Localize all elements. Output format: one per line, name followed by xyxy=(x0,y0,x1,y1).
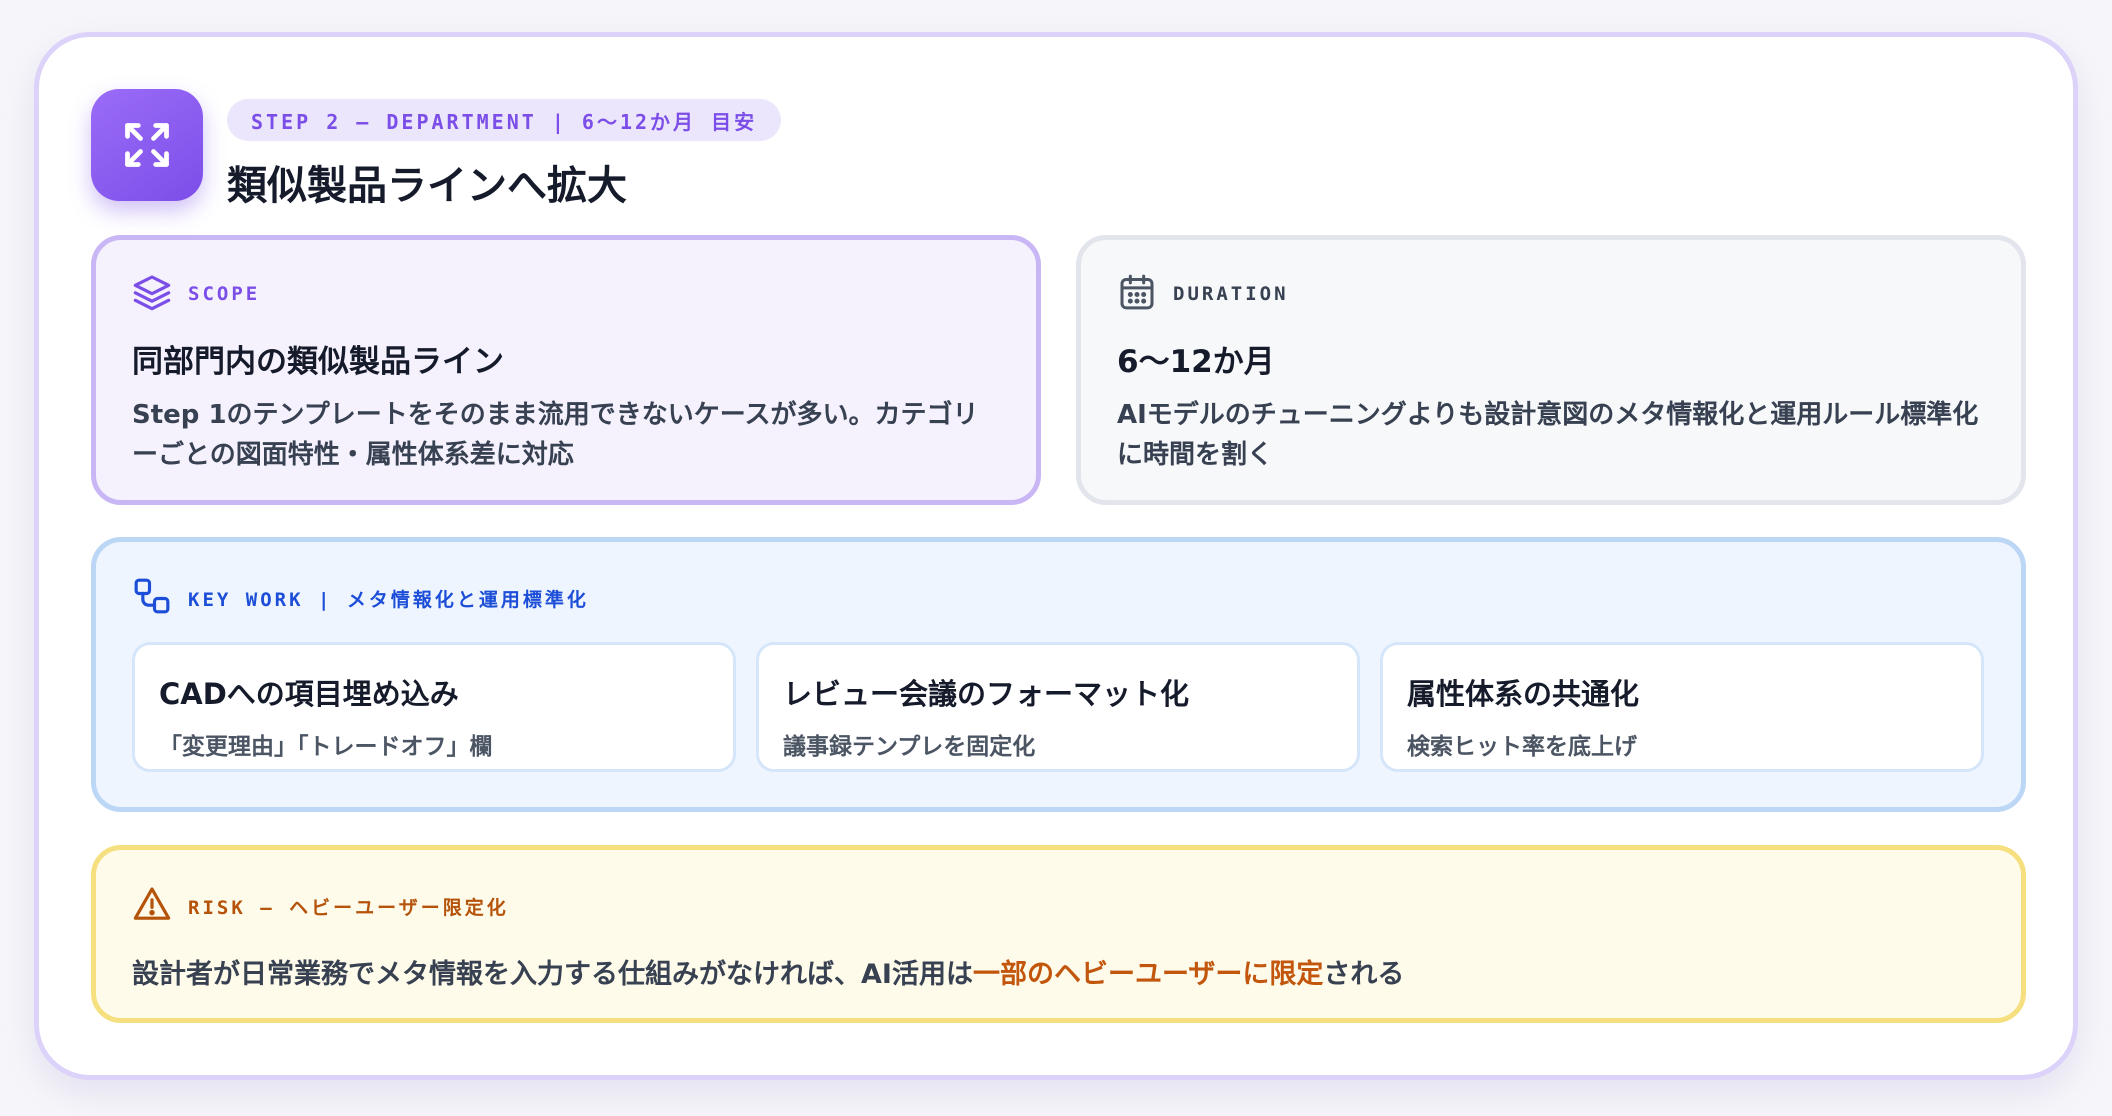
layers-icon xyxy=(132,272,172,316)
scope-heading: 同部門内の類似製品ライン xyxy=(132,344,504,380)
key-work-panel: KEY WORK | メタ情報化と運用標準化 CADへの項目埋め込み 「変更理由… xyxy=(91,537,2026,812)
key-work-item-subtitle: 議事録テンプレを固定化 xyxy=(783,734,1036,760)
step-card: STEP 2 – DEPARTMENT | 6〜12か月 目安 類似製品ラインへ… xyxy=(34,32,2078,1080)
key-work-item-title: CADへの項目埋め込み xyxy=(159,677,459,711)
key-work-item: 属性体系の共通化 検索ヒット率を底上げ xyxy=(1380,642,1984,772)
calendar-icon xyxy=(1117,272,1157,316)
workflow-icon xyxy=(132,576,172,620)
step-badge: STEP 2 – DEPARTMENT | 6〜12か月 目安 xyxy=(227,99,782,141)
card-header: STEP 2 – DEPARTMENT | 6〜12か月 目安 類似製品ラインへ… xyxy=(91,89,1591,209)
key-work-label: KEY WORK | メタ情報化と運用標準化 xyxy=(188,588,589,611)
risk-description: 設計者が日常業務でメタ情報を入力する仕組みがなければ、AI活用は一部のヘビーユー… xyxy=(132,952,1404,991)
risk-text-emphasis: 一部のヘビーユーザーに限定 xyxy=(972,959,1324,990)
key-work-list: CADへの項目埋め込み 「変更理由」「トレードオフ」欄 レビュー会議のフォーマッ… xyxy=(132,642,1984,772)
scope-description: Step 1のテンプレートをそのまま流用できないケースが多い。カテゴリーごとの図… xyxy=(132,400,979,470)
duration-label: DURATION xyxy=(1173,283,1289,305)
key-work-item-subtitle: 検索ヒット率を底上げ xyxy=(1407,734,1637,760)
risk-label: RISK – ヘビーユーザー限定化 xyxy=(188,896,509,919)
key-work-item: CADへの項目埋め込み 「変更理由」「トレードオフ」欄 xyxy=(132,642,736,772)
risk-panel: RISK – ヘビーユーザー限定化 設計者が日常業務でメタ情報を入力する仕組みが… xyxy=(91,845,2026,1023)
duration-description: AIモデルのチューニングよりも設計意図のメタ情報化と運用ルール標準化に時間を割く xyxy=(1117,400,1979,470)
key-work-item-title: レビュー会議のフォーマット化 xyxy=(783,677,1190,711)
warning-triangle-icon xyxy=(132,884,172,928)
key-work-item-title: 属性体系の共通化 xyxy=(1407,677,1640,711)
duration-panel: DURATION 6〜12か月 AIモデルのチューニングよりも設計意図のメタ情報… xyxy=(1076,235,2026,505)
expand-arrows-icon xyxy=(91,89,203,201)
risk-text-tail: される xyxy=(1323,959,1405,990)
key-work-item: レビュー会議のフォーマット化 議事録テンプレを固定化 xyxy=(756,642,1360,772)
key-work-item-subtitle: 「変更理由」「トレードオフ」欄 xyxy=(159,734,493,760)
risk-text-lead: 設計者が日常業務でメタ情報を入力する仕組みがなければ、AI活用は xyxy=(132,959,973,990)
page-title: 類似製品ラインへ拡大 xyxy=(227,163,627,209)
scope-label: SCOPE xyxy=(188,283,261,305)
scope-panel: SCOPE 同部門内の類似製品ライン Step 1のテンプレートをそのまま流用で… xyxy=(91,235,1041,505)
duration-heading: 6〜12か月 xyxy=(1117,344,1275,380)
